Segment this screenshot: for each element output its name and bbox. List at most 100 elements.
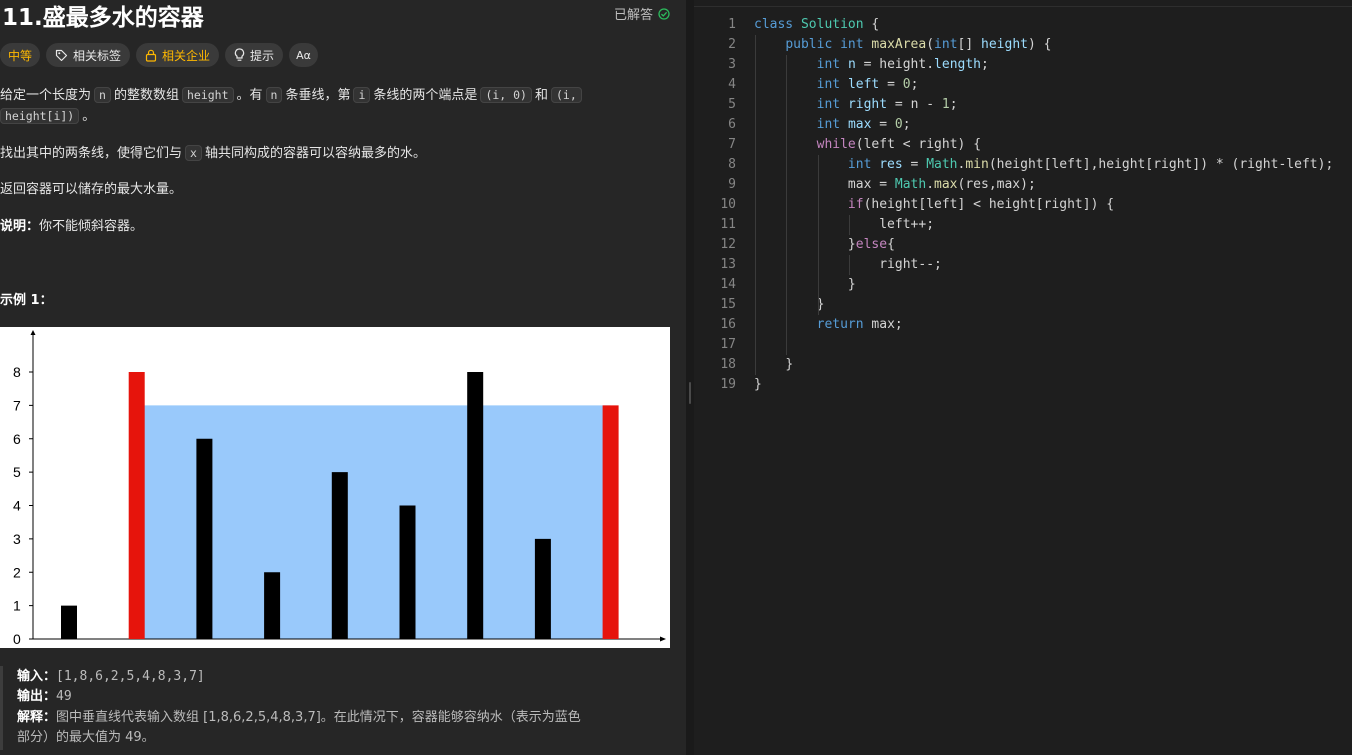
desc-text: 找出其中的两条线，使得它们与: [0, 146, 183, 161]
y-tick-label: 1: [13, 598, 21, 614]
code-text[interactable]: public int maxArea(int[] height) {: [754, 35, 1051, 55]
indent-guide: [755, 35, 756, 375]
code-text[interactable]: while(left < right) {: [754, 135, 981, 155]
code-text[interactable]: if(height[left] < height[right]) {: [754, 195, 1114, 215]
desc-text: 条垂线，第: [285, 88, 351, 103]
y-tick-label: 5: [13, 464, 21, 480]
related-tags-label: 相关标签: [73, 48, 122, 63]
code-line[interactable]: 16 return max;: [694, 315, 1352, 335]
code-line[interactable]: 2 public int maxArea(int[] height) {: [694, 35, 1352, 55]
code-text[interactable]: int res = Math.min(height[left],height[r…: [754, 155, 1333, 175]
input-value: [1,8,6,2,5,4,8,3,7]: [56, 669, 205, 684]
example-title: 示例 1：: [0, 290, 53, 311]
code-text[interactable]: int right = n - 1;: [754, 95, 958, 115]
code-text[interactable]: left++;: [754, 215, 934, 235]
code-text[interactable]: max = Math.max(res,max);: [754, 175, 1036, 195]
code-line[interactable]: 6 int max = 0;: [694, 115, 1352, 135]
code-text[interactable]: right--;: [754, 255, 942, 275]
example-explanation: 解释：图中垂直线代表输入数组 [1,8,6,2,5,4,8,3,7]。在此情况下…: [17, 706, 581, 725]
y-tick-label: 4: [13, 498, 21, 514]
hint-button[interactable]: 提示: [225, 43, 284, 67]
difficulty-badge[interactable]: 中等: [0, 43, 41, 67]
code-line[interactable]: 4 int left = 0;: [694, 75, 1352, 95]
output-label: 输出：: [17, 689, 57, 704]
code-line[interactable]: 1 class Solution {: [694, 15, 1352, 35]
difficulty-label: 中等: [8, 48, 33, 63]
code-line[interactable]: 17: [694, 335, 1352, 355]
y-tick-label: 7: [13, 397, 21, 413]
code-text[interactable]: class Solution {: [754, 15, 879, 35]
input-label: 输入：: [17, 669, 57, 684]
example-quote-bar: [0, 666, 3, 750]
related-tags-button[interactable]: 相关标签: [46, 43, 131, 67]
code-text[interactable]: int max = 0;: [754, 115, 911, 135]
chart-svg: 0 1 2 3 4 5 6 7 8: [13, 330, 666, 647]
code-text[interactable]: }: [754, 275, 856, 295]
code-line[interactable]: 5 int right = n - 1;: [694, 95, 1352, 115]
code-line[interactable]: 10 if(height[left] < height[right]) {: [694, 195, 1352, 215]
solved-label: 已解答: [613, 8, 653, 23]
code-text[interactable]: }: [754, 295, 825, 315]
line-number: 17: [720, 337, 736, 352]
code-line[interactable]: 18 }: [694, 355, 1352, 375]
lock-icon: [145, 49, 157, 62]
code-line[interactable]: 13 right--;: [694, 255, 1352, 275]
panel-resize-handle[interactable]: [686, 0, 694, 755]
description-paragraph-3: 返回容器可以储存的最大水量。: [0, 182, 183, 197]
code-text[interactable]: }else{: [754, 235, 895, 255]
bar: [264, 572, 281, 639]
bar-highlighted: [602, 405, 619, 639]
solved-status: 已解答: [614, 4, 670, 23]
code-text[interactable]: }: [754, 355, 793, 375]
description-paragraph-1: 给定一个长度为 n 的整数数组 height 。有 n 条垂线，第 i 条线的两个端点是 (i, …: [0, 85, 585, 106]
code-editor[interactable]: 1 class Solution {2 public int maxArea(in…: [694, 0, 1352, 755]
line-number: 3: [728, 57, 736, 72]
note-text: 你不能倾斜容器。: [39, 219, 144, 234]
y-tick-label: 2: [13, 564, 21, 580]
line-number: 1: [728, 17, 736, 32]
code-text[interactable]: return max;: [754, 315, 903, 335]
related-companies-label: 相关企业: [162, 48, 211, 63]
x-axis-arrow: [660, 636, 666, 642]
description-paragraph-2: 找出其中的两条线，使得它们与 x 轴共同构成的容器可以容纳最多的水。: [0, 143, 426, 164]
code-line[interactable]: 19}: [694, 375, 1352, 395]
indent-guide: [848, 255, 850, 275]
inline-code: x: [185, 145, 202, 161]
line-number: 12: [720, 237, 736, 252]
translate-button[interactable]: Aα: [289, 43, 318, 67]
example-chart: 0 1 2 3 4 5 6 7 8: [0, 327, 670, 648]
related-companies-button[interactable]: 相关企业: [136, 43, 220, 67]
explain-text: 部分）的最大值为 49。: [17, 730, 155, 745]
indent-guide: [786, 55, 788, 355]
y-tick-label: 3: [13, 531, 21, 547]
inline-code: height[i]): [0, 108, 80, 124]
code-line[interactable]: 3 int n = height.length;: [694, 55, 1352, 75]
code-line[interactable]: 7 while(left < right) {: [694, 135, 1352, 155]
line-number: 2: [728, 37, 736, 52]
drag-grip[interactable]: [689, 382, 691, 404]
line-number: 19: [720, 377, 736, 392]
line-number: 8: [728, 157, 736, 172]
y-tick-label: 6: [13, 431, 21, 447]
desc-text: 的整数数组: [113, 88, 179, 103]
example-title-text: 示例 1：: [0, 293, 53, 308]
code-text[interactable]: int n = height.length;: [754, 55, 989, 75]
y-axis-arrow: [30, 330, 36, 335]
code-line[interactable]: 14 }: [694, 275, 1352, 295]
code-line[interactable]: 15 }: [694, 295, 1352, 315]
code-text[interactable]: int left = 0;: [754, 75, 919, 95]
bar-highlighted: [128, 372, 145, 639]
code-line[interactable]: 12 }else{: [694, 235, 1352, 255]
hint-label: 提示: [250, 48, 275, 63]
code-text[interactable]: }: [754, 375, 762, 395]
line-number: 7: [728, 137, 736, 152]
line-number: 4: [728, 77, 736, 92]
bar: [61, 605, 77, 639]
code-line[interactable]: 9 max = Math.max(res,max);: [694, 175, 1352, 195]
line-number: 13: [720, 257, 736, 272]
line-number: 5: [728, 97, 736, 112]
code-line[interactable]: 11 left++;: [694, 215, 1352, 235]
tag-row: 中等 相关标签 相关企业 提示 Aα: [0, 43, 318, 67]
code-line[interactable]: 8 int res = Math.min(height[left],height…: [694, 155, 1352, 175]
line-number: 10: [720, 197, 736, 212]
